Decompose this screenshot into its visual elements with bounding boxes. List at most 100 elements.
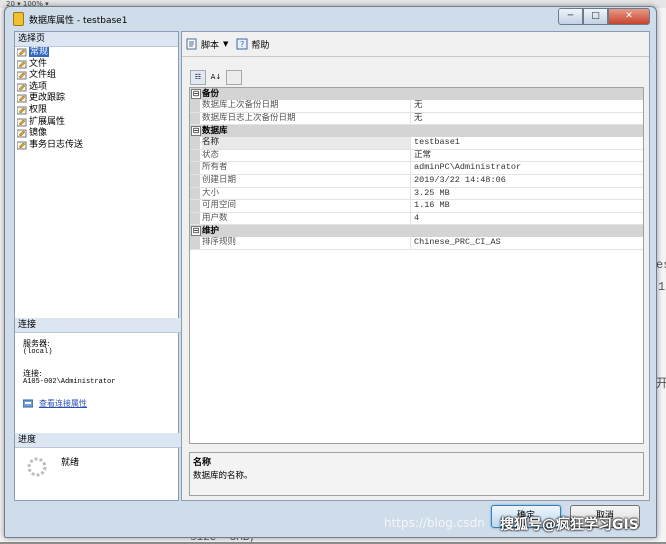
- property-row[interactable]: 可用空间 1.16 MB: [190, 200, 643, 213]
- row-gutter: [190, 200, 200, 212]
- help-label: 帮助: [251, 40, 270, 51]
- minimize-button[interactable]: ─: [558, 8, 583, 25]
- row-gutter: [190, 149, 200, 162]
- row-gutter: [190, 112, 200, 125]
- script-button[interactable]: 脚本 ▼: [186, 38, 228, 51]
- wrench-page-icon: [17, 106, 27, 115]
- property-name: 可用空间: [202, 200, 411, 212]
- progress-header: 进度: [15, 433, 181, 448]
- view-connection-properties-link[interactable]: 查看连接属性: [39, 399, 87, 408]
- collapse-icon[interactable]: ⊟: [191, 126, 201, 137]
- wrench-page-icon: [17, 60, 27, 69]
- category-name: 数据库: [202, 126, 228, 137]
- server-label: 服务器:: [23, 339, 50, 348]
- close-button[interactable]: ✕: [608, 8, 650, 25]
- progress-spinner-icon: [27, 457, 47, 477]
- script-icon: [186, 38, 198, 50]
- row-gutter: [190, 237, 200, 249]
- help-button[interactable]: ? 帮助: [236, 38, 269, 51]
- property-row[interactable]: 用户数 4: [190, 212, 643, 226]
- property-name: 创建日期: [202, 174, 411, 187]
- page-item-label: 事务日志传送: [29, 139, 84, 150]
- page-item[interactable]: 扩展属性: [15, 117, 178, 129]
- page-item-label: 镜像: [29, 128, 48, 139]
- page-item-label: 更改跟踪: [29, 93, 66, 104]
- page-list: 常规 文件 文件组 选项 更改跟踪 权限扩展属性 镜像 事务日志传送: [15, 47, 178, 151]
- connection-label: 连接:: [23, 369, 42, 378]
- chevron-down-icon: ▼: [223, 40, 229, 48]
- progress-status: 就绪: [61, 458, 80, 468]
- property-grid-toolbar: ☷ A↓: [190, 69, 245, 85]
- property-row[interactable]: 排序规则 Chinese_PRC_CI_AS: [190, 237, 643, 250]
- property-name: 大小: [202, 187, 411, 200]
- connection-value: A105-002\Administrator: [23, 378, 116, 386]
- alphabetical-sort-button[interactable]: A↓: [209, 71, 223, 84]
- connection-info: 服务器: (local) 连接: A105-002\Administrator …: [22, 339, 173, 408]
- property-value: 2019/3/22 14:48:06: [414, 174, 506, 185]
- property-row[interactable]: 数据库日志上次备份日期无: [190, 112, 643, 126]
- toolbar-divider: [182, 56, 649, 57]
- property-name: 用户数: [202, 212, 411, 225]
- page-item[interactable]: 事务日志传送: [15, 140, 178, 152]
- property-pages-button[interactable]: [226, 69, 242, 85]
- page-item[interactable]: 文件组: [15, 70, 178, 82]
- property-name: 排序规则: [202, 237, 411, 249]
- property-value: 无: [414, 100, 423, 110]
- wrench-page-icon: [17, 94, 27, 103]
- page-item[interactable]: 镜像: [15, 128, 178, 140]
- connection-header: 连接: [15, 318, 181, 333]
- properties-pane: 脚本 ▼ ? 帮助 ☷ A↓ ⊟ 备份 数据库上次备份日期无数据库日志上次备份日期无…: [181, 31, 650, 501]
- maximize-button[interactable]: □: [583, 8, 608, 25]
- collapse-icon[interactable]: ⊟: [191, 89, 201, 99]
- property-name: 所有者: [202, 162, 411, 174]
- property-value: Chinese_PRC_CI_AS: [414, 237, 501, 248]
- page-item[interactable]: 文件: [15, 59, 178, 71]
- property-row[interactable]: 数据库上次备份日期无: [190, 100, 643, 113]
- wrench-page-icon: [17, 48, 27, 57]
- page-item[interactable]: 选项: [15, 82, 178, 94]
- property-category[interactable]: ⊟ 维护: [190, 225, 643, 238]
- property-row[interactable]: 名称 testbase1: [190, 137, 643, 150]
- property-name: 名称: [202, 137, 411, 149]
- row-gutter: [190, 100, 200, 112]
- property-value: adminPC\Administrator: [414, 162, 522, 173]
- property-name: 数据库上次备份日期: [202, 100, 411, 112]
- server-value: (local): [23, 348, 53, 356]
- window-title: 数据库属性 - testbase1: [29, 16, 128, 26]
- window-controls: ─ □ ✕: [558, 8, 650, 25]
- row-gutter: [190, 174, 200, 187]
- page-item[interactable]: 常规: [15, 47, 178, 59]
- page-item-label: 权限: [29, 104, 48, 115]
- row-gutter: [190, 187, 200, 200]
- property-row[interactable]: 所有者 adminPC\Administrator: [190, 162, 643, 175]
- property-name: 状态: [202, 149, 411, 162]
- database-icon: [13, 12, 24, 26]
- page-item[interactable]: 权限: [15, 105, 178, 117]
- wrench-page-icon: [17, 118, 27, 127]
- help-icon: ?: [236, 38, 248, 50]
- categorized-view-button[interactable]: ☷: [190, 69, 206, 85]
- category-name: 维护: [202, 226, 220, 237]
- page-item-label: 选项: [29, 81, 48, 92]
- property-value: 4: [414, 212, 420, 223]
- collapse-icon[interactable]: ⊟: [191, 226, 201, 237]
- property-value: 3.25 MB: [414, 187, 450, 198]
- background-text-fragment: 1: [658, 280, 666, 294]
- svg-text:?: ?: [240, 40, 244, 49]
- title-bar[interactable]: 数据库属性 - testbase1 ─ □ ✕: [5, 7, 656, 29]
- property-category[interactable]: ⊟ 数据库: [190, 125, 643, 138]
- background-text-fragment: 开: [656, 377, 666, 391]
- page-item-label: 文件: [29, 58, 48, 69]
- property-row[interactable]: 大小 3.25 MB: [190, 187, 643, 201]
- category-name: 备份: [202, 89, 220, 99]
- description-text: 数据库的名称。: [193, 471, 253, 481]
- property-value: 正常: [414, 149, 432, 160]
- description-title: 名称: [193, 458, 212, 468]
- property-row[interactable]: 状态 正常: [190, 149, 643, 163]
- page-item[interactable]: 更改跟踪: [15, 93, 178, 105]
- property-category[interactable]: ⊟ 备份: [190, 88, 643, 100]
- row-gutter: [190, 212, 200, 225]
- database-properties-dialog: 数据库属性 - testbase1 ─ □ ✕ 选择页 常规 文件 文件组 选项 更改跟…: [4, 6, 657, 538]
- property-row[interactable]: 创建日期 2019/3/22 14:48:06: [190, 174, 643, 188]
- script-label: 脚本: [201, 40, 220, 51]
